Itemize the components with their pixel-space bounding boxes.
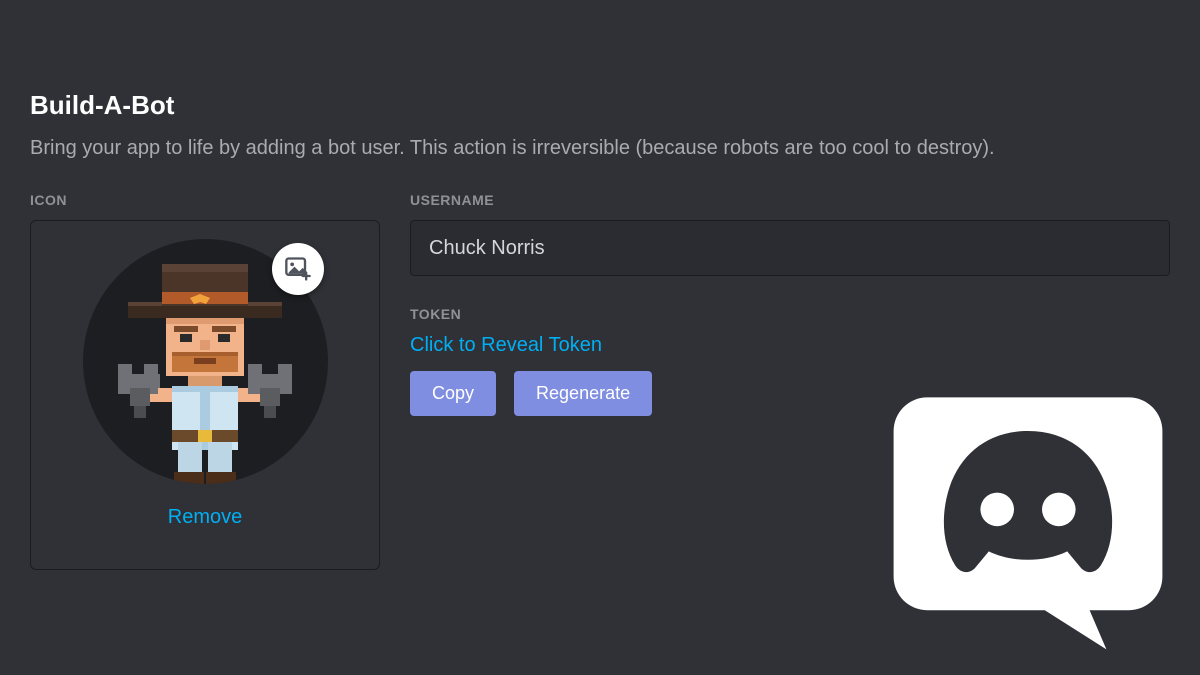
username-section-label: USERNAME xyxy=(410,192,1170,208)
avatar-image xyxy=(100,254,310,484)
regenerate-token-button[interactable]: Regenerate xyxy=(514,371,652,416)
page-title: Build-A-Bot xyxy=(30,90,1170,121)
reveal-token-link[interactable]: Click to Reveal Token xyxy=(410,334,602,357)
image-add-icon xyxy=(284,255,312,283)
upload-image-button[interactable] xyxy=(272,243,324,295)
discord-logo-icon xyxy=(888,375,1168,655)
username-input[interactable] xyxy=(410,220,1170,276)
page-subtitle: Bring your app to life by adding a bot u… xyxy=(30,135,1170,162)
icon-section-label: ICON xyxy=(30,192,380,208)
bot-avatar[interactable] xyxy=(83,239,328,484)
token-section-label: TOKEN xyxy=(410,306,1170,322)
copy-token-button[interactable]: Copy xyxy=(410,371,496,416)
icon-upload-panel[interactable]: Remove xyxy=(30,220,380,570)
remove-icon-link[interactable]: Remove xyxy=(168,506,242,529)
